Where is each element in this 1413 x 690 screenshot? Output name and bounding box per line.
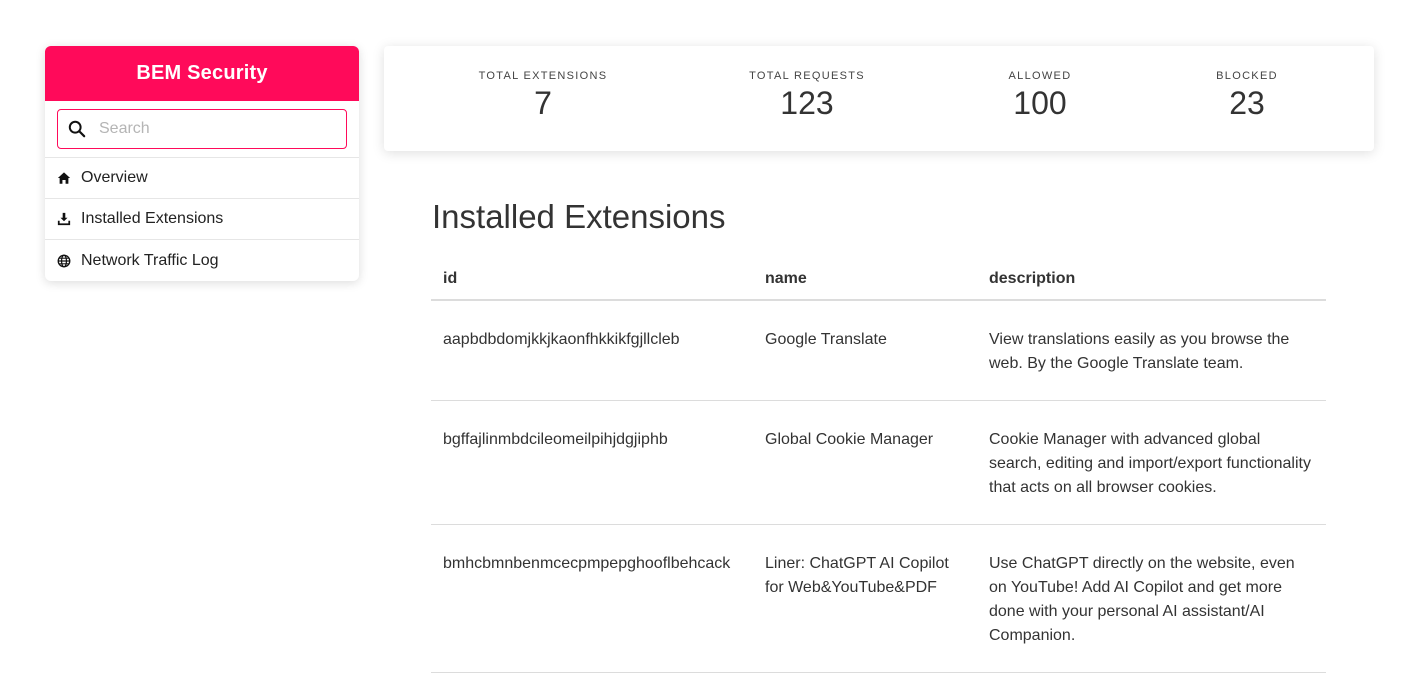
search-input[interactable] — [99, 120, 319, 138]
cell-id: aapbdbdomjkkjkaonfhkkikfgjllcleb — [431, 300, 753, 401]
search-box[interactable] — [57, 109, 347, 149]
page-title: Installed Extensions — [432, 198, 726, 235]
cell-id: bmhcbmnbenmcecpmpepghooflbehcack — [431, 524, 753, 673]
stats-card: TOTAL EXTENSIONS 7 TOTAL REQUESTS 123 AL… — [384, 46, 1374, 151]
sidebar-item-installed-extensions[interactable]: Installed Extensions — [45, 199, 359, 240]
home-icon — [57, 171, 71, 185]
stat-value: 23 — [1229, 85, 1265, 121]
column-header-description[interactable]: description — [977, 258, 1326, 301]
sidebar-item-label: Network Traffic Log — [81, 251, 219, 269]
search-container — [45, 101, 359, 158]
table-row[interactable]: bmhcbmnbenmcecpmpepghooflbehcack Liner: … — [431, 524, 1326, 673]
stat-value: 7 — [534, 85, 552, 121]
cell-id: bgffajlinmbdcileomeilpihjdgjiphb — [431, 400, 753, 525]
sidebar-item-label: Overview — [81, 169, 148, 186]
brand-title: BEM Security — [45, 46, 359, 101]
stat-value: 123 — [780, 85, 834, 121]
cell-name: Google Translate — [753, 300, 977, 401]
table-header-row: id name description — [431, 258, 1326, 301]
extensions-table: id name description aapbdbdomjkkjkaonfhk… — [431, 258, 1326, 673]
stat-blocked: BLOCKED 23 — [1216, 70, 1278, 122]
sidebar-item-overview[interactable]: Overview — [45, 158, 359, 199]
globe-icon — [57, 254, 71, 268]
column-header-id[interactable]: id — [431, 258, 753, 301]
sidebar-item-network-traffic-log[interactable]: Network Traffic Log — [45, 240, 359, 281]
cell-name: Liner: ChatGPT AI Copilot for Web&YouTub… — [753, 524, 977, 673]
table-row[interactable]: aapbdbdomjkkjkaonfhkkikfgjllcleb Google … — [431, 300, 1326, 401]
cell-description: View translations easily as you browse t… — [977, 300, 1326, 401]
stat-label: TOTAL REQUESTS — [749, 70, 865, 82]
stat-label: BLOCKED — [1216, 70, 1278, 82]
cell-description: Cookie Manager with advanced global sear… — [977, 400, 1326, 525]
sidebar: BEM Security Overview Installed Extensio… — [45, 46, 359, 281]
cell-name: Global Cookie Manager — [753, 400, 977, 525]
cell-description: Use ChatGPT directly on the website, eve… — [977, 524, 1326, 673]
download-icon — [57, 212, 71, 226]
column-header-name[interactable]: name — [753, 258, 977, 301]
stat-value: 100 — [1013, 85, 1067, 121]
sidebar-item-label: Installed Extensions — [81, 210, 224, 227]
stat-label: ALLOWED — [1008, 70, 1072, 82]
search-icon — [68, 120, 86, 138]
stat-total-extensions: TOTAL EXTENSIONS 7 — [479, 70, 608, 122]
stat-total-requests: TOTAL REQUESTS 123 — [749, 70, 865, 122]
stat-label: TOTAL EXTENSIONS — [478, 70, 608, 82]
table-row[interactable]: bgffajlinmbdcileomeilpihjdgjiphb Global … — [431, 400, 1326, 525]
stat-allowed: ALLOWED 100 — [1009, 70, 1072, 122]
